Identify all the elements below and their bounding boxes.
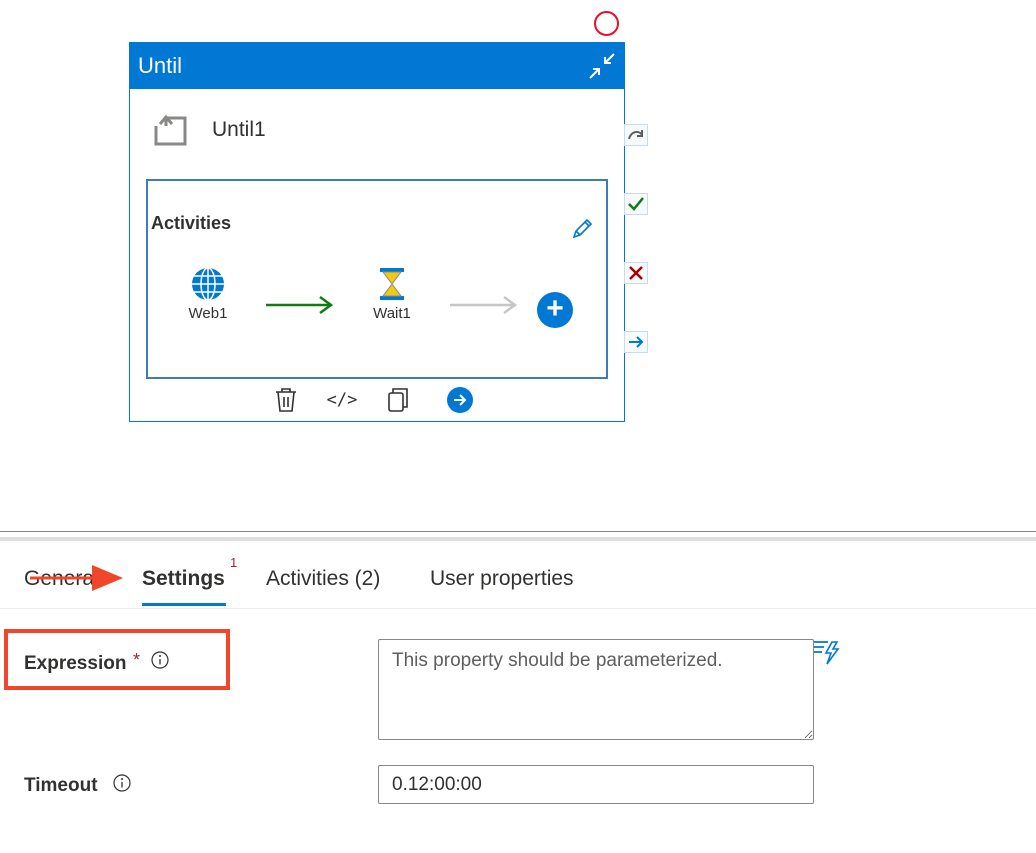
collapse-icon[interactable] [586, 50, 618, 82]
edit-pencil-icon[interactable] [570, 217, 594, 241]
info-icon[interactable] [113, 774, 131, 792]
add-activity-button[interactable]: + [537, 292, 573, 328]
pipeline-canvas[interactable]: Until Until1 Activities Web1 Wait1 + </> [0, 0, 1036, 530]
activity-wait1[interactable]: Wait1 [366, 267, 418, 322]
hourglass-icon [380, 268, 404, 300]
success-dependency-arrow [266, 295, 334, 315]
success-port-icon [628, 197, 644, 211]
skip-port-icon [628, 130, 643, 140]
tab-activities[interactable]: Activities (2) [266, 567, 380, 591]
go-icon [447, 387, 473, 413]
error-indicator [594, 11, 619, 36]
until-loop-icon [154, 114, 187, 146]
activity-name: Until1 [212, 118, 266, 141]
timeout-input[interactable] [378, 765, 814, 804]
code-icon: </> [326, 390, 358, 410]
activity-web1-label: Web1 [188, 305, 228, 322]
card-toolbar: </> [130, 385, 624, 417]
globe-icon [192, 267, 224, 301]
dynamic-content-icon[interactable] [812, 638, 842, 666]
card-header: Until [130, 43, 624, 89]
card-title: Until [138, 53, 183, 78]
delete-button[interactable] [272, 385, 300, 415]
skip-port-button[interactable] [624, 124, 648, 146]
timeout-label: Timeout [24, 775, 98, 796]
activity-web1[interactable]: Web1 [184, 267, 232, 322]
next-activity-arrow [450, 295, 518, 315]
properties-tabs: General Settings 1 Activities (2) User p… [0, 541, 1036, 609]
activity-name-row: Until1 [130, 89, 624, 171]
selected-tab-indicator [142, 603, 226, 606]
activities-label: Activities [151, 213, 232, 233]
failure-port-button[interactable] [624, 262, 648, 284]
copy-button[interactable] [384, 385, 412, 415]
annotation-arrow [30, 565, 123, 591]
copy-icon [388, 388, 408, 412]
tab-user-properties[interactable]: User properties [430, 567, 574, 591]
tab-settings[interactable]: Settings [142, 567, 225, 591]
settings-error-badge: 1 [230, 555, 238, 570]
code-button[interactable]: </> [326, 385, 358, 415]
annotation-highlight-box [4, 629, 230, 690]
success-port-button[interactable] [624, 193, 648, 215]
go-button[interactable] [446, 385, 474, 415]
expression-textarea[interactable] [378, 639, 814, 740]
completion-port-button[interactable] [624, 331, 648, 353]
failure-port-icon [629, 266, 643, 280]
delete-icon [276, 388, 296, 412]
activity-wait1-label: Wait1 [373, 305, 411, 322]
activities-container[interactable]: Activities Web1 Wait1 + [146, 179, 608, 379]
until-activity-card[interactable]: Until Until1 Activities Web1 Wait1 + </> [129, 42, 625, 422]
completion-port-icon [629, 336, 644, 348]
panel-divider [0, 531, 1036, 532]
